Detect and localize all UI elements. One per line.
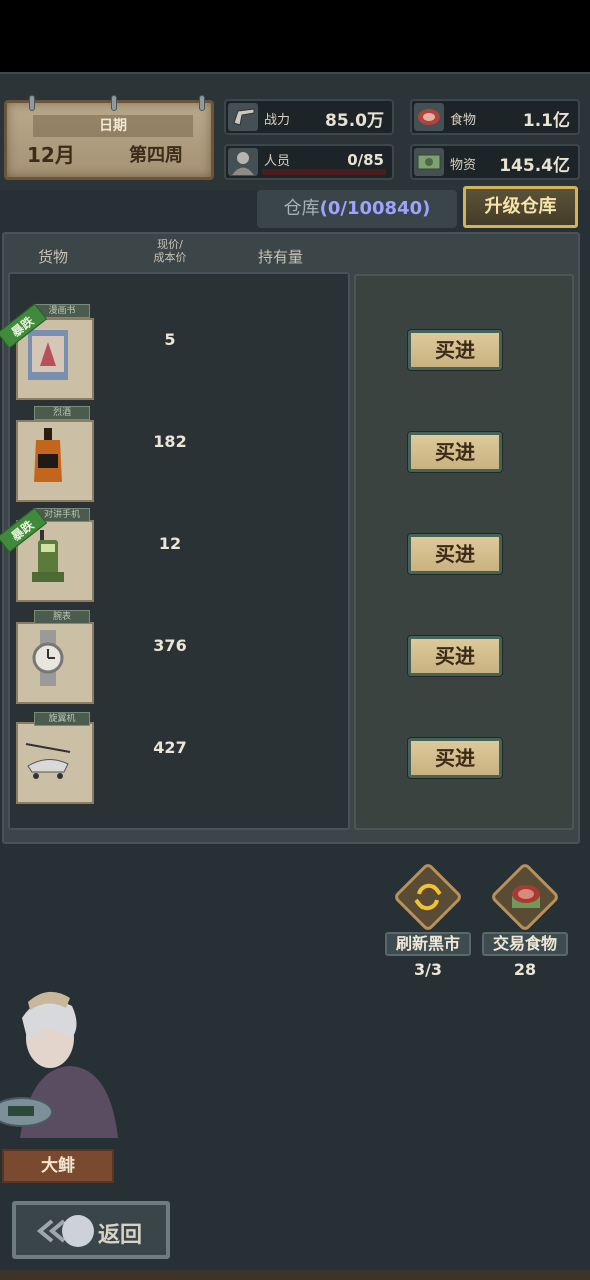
gyrocopter-icon bbox=[25, 743, 71, 779]
supplies-label: 物资 bbox=[450, 158, 477, 173]
merchant-name: 大鲱 bbox=[2, 1149, 114, 1183]
item-price: 182 bbox=[153, 432, 187, 451]
staff-stat: 人员 0/85 bbox=[224, 144, 394, 180]
refresh-icon bbox=[414, 883, 442, 911]
date-week: 第四周 bbox=[129, 145, 183, 166]
supplies-stat: 物资 145.4亿 bbox=[410, 144, 580, 180]
staff-value: 0/85 bbox=[347, 151, 384, 169]
refresh-market-label: 刷新黑市 bbox=[385, 932, 471, 956]
whiskey-bottle-icon bbox=[34, 428, 62, 482]
staff-label: 人员 bbox=[264, 154, 291, 169]
status-bar bbox=[0, 0, 590, 72]
column-goods: 货物 bbox=[38, 248, 69, 266]
steak-icon bbox=[512, 885, 540, 908]
buy-button[interactable]: 买进 bbox=[408, 534, 502, 574]
supplies-value: 145.4亿 bbox=[499, 156, 570, 176]
person-icon bbox=[228, 148, 258, 176]
item-name: 旋翼机 bbox=[34, 712, 90, 726]
item-price: 376 bbox=[153, 636, 187, 655]
back-label: 返回 bbox=[98, 1223, 143, 1248]
trade-food-label: 交易食物 bbox=[482, 932, 568, 956]
back-button[interactable]: 返回 bbox=[12, 1201, 170, 1259]
merchant-portrait bbox=[0, 991, 118, 1138]
column-price-line2: 成本价 bbox=[153, 251, 187, 264]
trade-food-button[interactable]: 交易食物 28 bbox=[482, 861, 568, 979]
footer-band bbox=[0, 1270, 590, 1280]
cash-icon bbox=[414, 148, 444, 176]
touch-indicator bbox=[62, 1215, 94, 1247]
combat-power-stat: 战力 85.0万 bbox=[224, 99, 394, 135]
binder-ring-icon bbox=[111, 95, 117, 111]
meat-icon bbox=[414, 103, 444, 131]
combat-power-label: 战力 bbox=[264, 113, 291, 128]
item-name: 烈酒 bbox=[34, 406, 90, 420]
buy-button[interactable]: 买进 bbox=[408, 738, 502, 778]
date-label: 日期 bbox=[33, 115, 193, 137]
warehouse-capacity: 仓库(0/100840) bbox=[257, 190, 457, 228]
wristwatch-icon bbox=[32, 630, 64, 686]
food-label: 食物 bbox=[450, 113, 477, 128]
column-price-line1: 现价/ bbox=[157, 238, 183, 251]
refresh-market-count: 3/3 bbox=[413, 960, 443, 979]
buy-button[interactable]: 买进 bbox=[408, 330, 502, 370]
staff-progress-bar bbox=[262, 169, 386, 175]
trade-food-count: 28 bbox=[513, 960, 537, 979]
item-name: 腕表 bbox=[34, 610, 90, 624]
magazine-icon bbox=[28, 330, 68, 380]
warehouse-label: 仓库 bbox=[283, 198, 320, 219]
binder-ring-icon bbox=[199, 95, 205, 111]
date-month: 12月 bbox=[27, 143, 75, 167]
buy-button[interactable]: 买进 bbox=[408, 636, 502, 676]
upgrade-warehouse-button[interactable]: 升级仓库 bbox=[463, 186, 578, 228]
combat-power-value: 85.0万 bbox=[325, 111, 384, 131]
column-price: 现价/ 成本价 bbox=[148, 238, 192, 264]
gun-icon bbox=[228, 103, 258, 131]
binder-ring-icon bbox=[29, 95, 35, 111]
refresh-market-button[interactable]: 刷新黑市 3/3 bbox=[385, 861, 471, 979]
food-value: 1.1亿 bbox=[522, 111, 570, 131]
buy-button[interactable]: 买进 bbox=[408, 432, 502, 472]
item-price: 12 bbox=[158, 534, 182, 553]
item-price: 427 bbox=[153, 738, 187, 757]
item-price: 5 bbox=[164, 330, 176, 349]
column-holding: 持有量 bbox=[258, 248, 304, 266]
warehouse-count: (0/100840) bbox=[319, 198, 431, 219]
food-stat: 食物 1.1亿 bbox=[410, 99, 580, 135]
date-card: 日期 12月 第四周 bbox=[4, 95, 214, 180]
